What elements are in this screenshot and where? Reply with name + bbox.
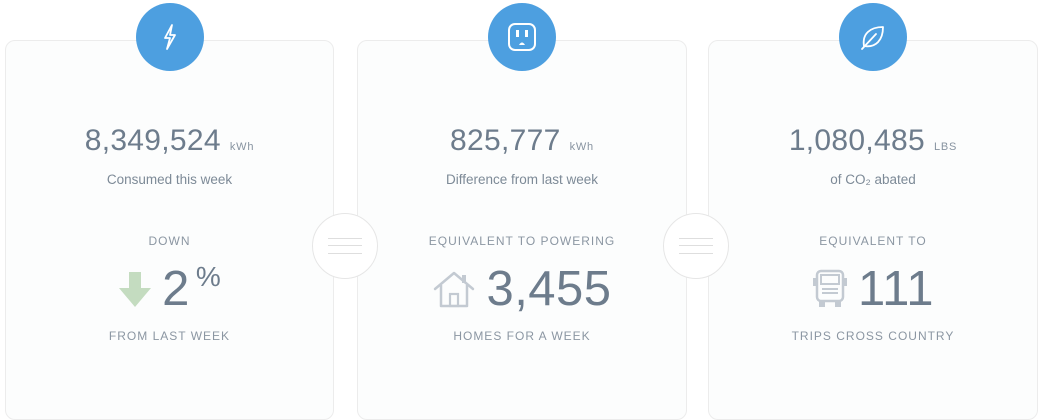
co2-unit: LBS — [933, 141, 958, 153]
equals-icon — [679, 238, 713, 254]
lightning-bolt-icon — [135, 3, 204, 71]
equals-connector — [312, 213, 378, 279]
homes-stat: 3,455 — [358, 261, 686, 317]
homes-label: EQUIVALENT TO POWERING — [428, 234, 616, 248]
trips-label: EQUIVALENT TO — [819, 234, 927, 248]
consumption-card: 8,349,524 kWh Consumed this week DOWN 2% … — [5, 3, 334, 420]
trips-value: 111 — [858, 262, 934, 316]
trend-stat: 2% — [6, 261, 333, 317]
equals-connector — [663, 213, 729, 279]
down-arrow-icon — [118, 270, 152, 308]
consumed-value: 8,349,524 kWh — [6, 124, 333, 158]
trend-caption: FROM LAST WEEK — [108, 329, 231, 343]
consumed-caption: Consumed this week — [106, 172, 233, 187]
difference-number: 825,777 — [450, 124, 561, 157]
homes-value: 3,455 — [486, 262, 612, 316]
house-icon — [432, 269, 476, 309]
truck-icon — [812, 268, 848, 310]
consumed-unit: kWh — [229, 141, 255, 153]
consumed-number: 8,349,524 — [84, 124, 221, 157]
power-outlet-icon — [488, 3, 556, 71]
difference-unit: kWh — [569, 141, 594, 153]
difference-value: 825,777 kWh — [358, 124, 686, 158]
equals-icon — [328, 238, 362, 254]
co2-card: 1,080,485 LBS of CO₂ abated EQUIVALENT TO… — [708, 3, 1038, 420]
co2-number: 1,080,485 — [788, 124, 925, 157]
leaf-icon — [839, 3, 907, 71]
trips-caption: TRIPS CROSS COUNTRY — [791, 329, 955, 343]
homes-caption: HOMES FOR A WEEK — [453, 329, 591, 343]
difference-caption: Difference from last week — [445, 172, 599, 187]
percent-sign: % — [195, 261, 221, 292]
co2-value: 1,080,485 LBS — [709, 124, 1037, 158]
trend-label: DOWN — [148, 234, 191, 248]
difference-card: 825,777 kWh Difference from last week EQU… — [357, 3, 687, 420]
co2-caption: of CO₂ abated — [830, 172, 916, 187]
trips-stat: 111 — [709, 261, 1037, 317]
trend-percent-value: 2 — [162, 262, 190, 316]
